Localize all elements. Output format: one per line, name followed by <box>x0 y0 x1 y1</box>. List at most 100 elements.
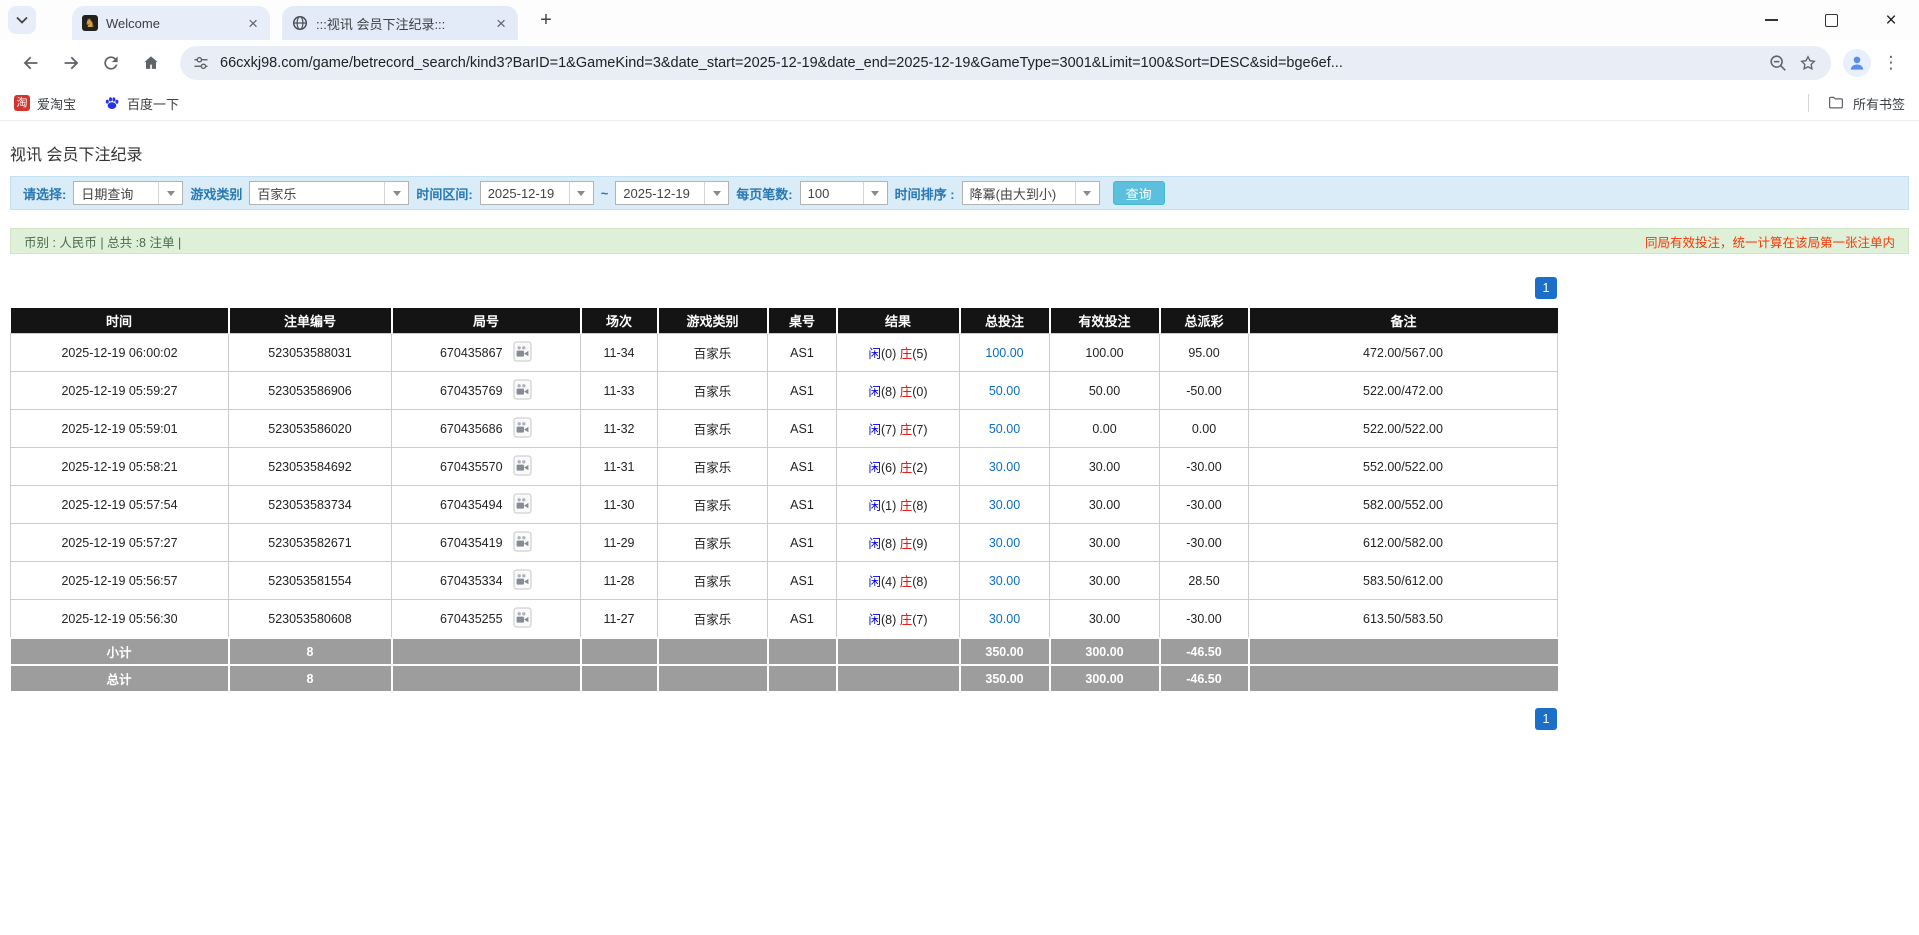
new-tab-button[interactable]: + <box>532 6 560 34</box>
cell-total-bet: 30.00 <box>960 448 1050 486</box>
tab-close-icon[interactable]: × <box>494 15 508 32</box>
cell-total-bet: 30.00 <box>960 600 1050 639</box>
cell-time: 2025-12-19 05:59:01 <box>11 410 229 448</box>
all-bookmarks-label: 所有书签 <box>1853 94 1905 113</box>
round-number: 670435769 <box>440 384 503 398</box>
tab-betrecord[interactable]: :::视讯 会员下注纪录::: × <box>282 6 518 40</box>
cell-table-no: AS1 <box>768 486 837 524</box>
video-replay-icon[interactable] <box>513 607 532 631</box>
profile-avatar[interactable] <box>1843 49 1871 77</box>
folder-icon <box>1827 94 1845 112</box>
total-bet-link[interactable]: 30.00 <box>989 574 1020 588</box>
table-row: 2025-12-19 05:56:57523053581554670435334… <box>11 562 1558 600</box>
sort-dropdown[interactable]: 降冪(由大到小) <box>962 181 1100 205</box>
pagination-top: 1 <box>10 277 1557 299</box>
filter-bar: 请选择: 日期查询 游戏类别 百家乐 时间区间: 2025-12-19 ~ 20… <box>10 176 1909 210</box>
page-1-button[interactable]: 1 <box>1535 277 1557 299</box>
home-button[interactable] <box>134 46 168 80</box>
reload-button[interactable] <box>94 46 128 80</box>
cell-remark: 613.50/583.50 <box>1249 600 1558 639</box>
cell-payout: -50.00 <box>1160 372 1249 410</box>
all-bookmarks-button[interactable]: 所有书签 <box>1808 94 1905 113</box>
page-title: 视讯 会员下注纪录 <box>10 141 1909 165</box>
total-bet-link[interactable]: 50.00 <box>989 384 1020 398</box>
dropdown-arrow-button[interactable] <box>863 182 887 204</box>
dropdown-arrow-button[interactable] <box>384 182 408 204</box>
currency-summary: 币别 : 人民币 | 总共 :8 注单 | <box>24 232 181 251</box>
total-bet-link[interactable]: 100.00 <box>985 346 1023 360</box>
dropdown-arrow-button[interactable] <box>1075 182 1099 204</box>
close-icon: × <box>1885 11 1896 30</box>
cell-game-kind: 百家乐 <box>658 372 768 410</box>
player-score: (8) <box>881 537 896 551</box>
window-controls: × <box>1761 0 1901 40</box>
cell-game-kind: 百家乐 <box>658 448 768 486</box>
cell-table-no: AS1 <box>768 410 837 448</box>
player-label: 闲 <box>868 385 881 399</box>
tab-strip: ♞ Welcome × :::视讯 会员下注纪录::: × + × <box>0 0 1919 40</box>
cell-total-bet: 30.00 <box>960 562 1050 600</box>
total-bet-link[interactable]: 30.00 <box>989 460 1020 474</box>
tab-close-icon[interactable]: × <box>246 15 260 32</box>
video-replay-icon[interactable] <box>513 531 532 555</box>
banker-label: 庄 <box>900 613 913 627</box>
column-header: 时间 <box>11 308 229 334</box>
page-content: 视讯 会员下注纪录 请选择: 日期查询 游戏类别 百家乐 时间区间: 2025-… <box>0 141 1919 730</box>
address-bar[interactable]: 66cxkj98.com/game/betrecord_search/kind3… <box>180 46 1831 80</box>
cell-result: 闲(0) 庄(5) <box>837 334 960 372</box>
cell-session: 11-33 <box>581 372 658 410</box>
window-close-button[interactable]: × <box>1881 10 1901 30</box>
tab-search-button[interactable] <box>8 6 36 34</box>
total-bet-link[interactable]: 30.00 <box>989 612 1020 626</box>
summary-cell <box>768 638 837 665</box>
player-label: 闲 <box>868 423 881 437</box>
banker-label: 庄 <box>900 499 913 513</box>
taobao-icon: 淘 <box>14 95 30 111</box>
site-info-icon[interactable] <box>192 54 210 72</box>
player-score: (4) <box>881 575 896 589</box>
tab-welcome[interactable]: ♞ Welcome × <box>72 6 270 40</box>
total-bet-link[interactable]: 50.00 <box>989 422 1020 436</box>
video-replay-icon[interactable] <box>513 417 532 441</box>
dropdown-arrow-button[interactable] <box>158 182 182 204</box>
bookmark-star-button[interactable] <box>1793 48 1823 78</box>
video-replay-icon[interactable] <box>513 455 532 479</box>
video-replay-icon[interactable] <box>513 379 532 403</box>
video-replay-icon[interactable] <box>513 341 532 365</box>
window-maximize-button[interactable] <box>1821 10 1841 30</box>
window-minimize-button[interactable] <box>1761 10 1781 30</box>
summary-cell: 300.00 <box>1050 665 1160 691</box>
date-end-dropdown[interactable]: 2025-12-19 <box>615 181 729 205</box>
forward-button[interactable] <box>54 46 88 80</box>
zoom-indicator-button[interactable] <box>1763 48 1793 78</box>
date-start-dropdown[interactable]: 2025-12-19 <box>480 181 594 205</box>
total-bet-link[interactable]: 30.00 <box>989 536 1020 550</box>
cell-game-kind: 百家乐 <box>658 562 768 600</box>
browser-menu-button[interactable]: ⋮ <box>1877 49 1905 77</box>
cell-game-kind: 百家乐 <box>658 600 768 639</box>
cell-table-no: AS1 <box>768 562 837 600</box>
total-row: 总计8350.00300.00-46.50 <box>11 665 1558 691</box>
summary-cell: 350.00 <box>960 638 1050 665</box>
bookmarks-bar: 淘 爱淘宝 百度一下 所有书签 <box>0 86 1919 121</box>
back-button[interactable] <box>14 46 48 80</box>
game-kind-dropdown[interactable]: 百家乐 <box>249 181 409 205</box>
video-replay-icon[interactable] <box>513 569 532 593</box>
player-label: 闲 <box>868 461 881 475</box>
cell-valid-bet: 0.00 <box>1050 410 1160 448</box>
bookmark-taobao[interactable]: 淘 爱淘宝 <box>14 94 76 113</box>
dropdown-arrow-button[interactable] <box>704 182 728 204</box>
bookmark-baidu[interactable]: 百度一下 <box>104 94 179 113</box>
per-page-dropdown[interactable]: 100 <box>800 181 888 205</box>
triangle-down-icon <box>1083 191 1091 196</box>
query-type-dropdown[interactable]: 日期查询 <box>73 181 183 205</box>
total-bet-link[interactable]: 30.00 <box>989 498 1020 512</box>
cell-total-bet: 50.00 <box>960 372 1050 410</box>
triangle-down-icon <box>713 191 721 196</box>
page-1-button[interactable]: 1 <box>1535 708 1557 730</box>
column-header: 有效投注 <box>1050 308 1160 334</box>
query-button[interactable]: 查询 <box>1113 181 1165 205</box>
tab-title: :::视讯 会员下注纪录::: <box>316 14 445 33</box>
video-replay-icon[interactable] <box>513 493 532 517</box>
dropdown-arrow-button[interactable] <box>569 182 593 204</box>
